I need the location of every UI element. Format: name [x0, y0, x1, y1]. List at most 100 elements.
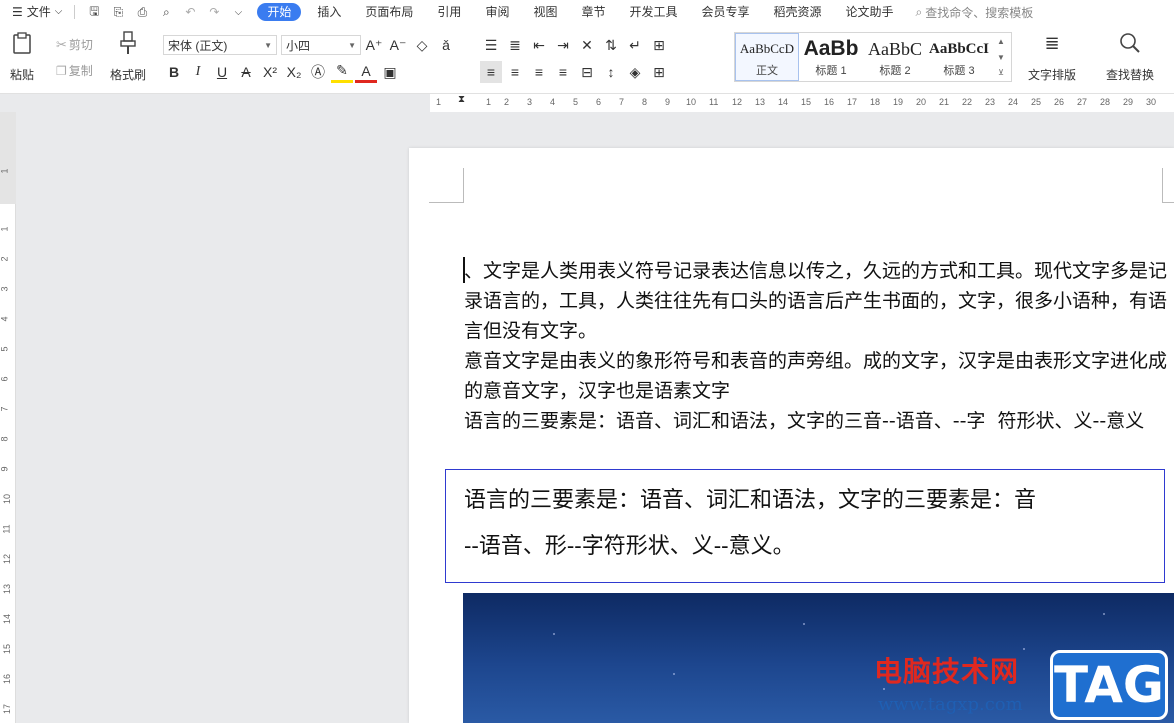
style-gallery-scroll[interactable]: ▲ ▼ ⊻: [991, 33, 1011, 81]
print-icon[interactable]: ⎙: [133, 3, 151, 21]
highlight-icon[interactable]: ✎: [331, 61, 353, 83]
paragraph[interactable]: 意音文字是由表义的象形符号和表音的声旁组。成的文字，汉字是由表形文字进化成的意音…: [464, 346, 1172, 406]
align-right-icon[interactable]: ≡: [528, 61, 550, 83]
underline-icon[interactable]: U: [211, 61, 233, 83]
style-heading-3[interactable]: AaBbCcI 标题 3: [927, 33, 991, 81]
text-effect-icon[interactable]: Ⓐ: [307, 61, 329, 83]
shading-icon[interactable]: ◈: [624, 61, 646, 83]
quick-access-toolbar: 🖫 ⎘ ⎙ ⌕ ↶ ↷ ⌵: [79, 3, 253, 21]
line-spacing-icon[interactable]: ↕: [600, 61, 622, 83]
tab-insert[interactable]: 插入: [305, 0, 353, 24]
clipboard-icon: [10, 30, 34, 56]
phonetic-guide-icon[interactable]: ǎ: [435, 34, 457, 56]
ruler-tick: 17: [847, 97, 858, 107]
chevron-up-icon: ▲: [997, 37, 1005, 46]
ruler-tick: 21: [939, 97, 950, 107]
document-body[interactable]: 、文字是人类用表义符号记录表达信息以传之，久远的方式和工具。现代文字多是记录语言…: [464, 256, 1172, 436]
indent-marker[interactable]: ⧗: [458, 94, 465, 105]
subscript-icon[interactable]: X₂: [283, 61, 305, 83]
align-left-icon[interactable]: ≡: [480, 61, 502, 83]
undo-icon[interactable]: ↶: [181, 3, 199, 21]
ruler-tick: 27: [1077, 97, 1088, 107]
font-color-icon[interactable]: A: [355, 61, 377, 83]
ruler-tick: 29: [1123, 97, 1134, 107]
decrease-indent-icon[interactable]: ⇤: [528, 34, 550, 56]
redo-icon[interactable]: ↷: [205, 3, 223, 21]
justify-icon[interactable]: ≡: [552, 61, 574, 83]
tab-developer[interactable]: 开发工具: [617, 0, 689, 24]
customize-toolbar-icon[interactable]: ⌵: [229, 3, 247, 21]
cut-label: 剪切: [68, 38, 93, 52]
tab-stops-icon[interactable]: ⊞: [648, 34, 670, 56]
ruler-tick: 8: [0, 436, 10, 442]
numbered-list-icon[interactable]: ≣: [504, 34, 526, 56]
tab-view[interactable]: 视图: [521, 0, 569, 24]
chinese-layout-icon[interactable]: ✕: [576, 34, 598, 56]
strikethrough-icon[interactable]: A: [235, 61, 257, 83]
ruler-tick: 4: [550, 97, 556, 107]
paste-button[interactable]: 粘贴: [10, 30, 34, 83]
distributed-icon[interactable]: ⊟: [576, 61, 598, 83]
style-normal[interactable]: AaBbCcD 正文: [735, 33, 799, 81]
vertical-ruler[interactable]: 1 1 2 3 4 5 6 7 8 9 10 11 12 13 14 15 16…: [0, 112, 16, 723]
tab-chapter[interactable]: 章节: [569, 0, 617, 24]
ruler-tick: 23: [985, 97, 996, 107]
style-heading-2[interactable]: AaBbC 标题 2: [863, 33, 927, 81]
command-search[interactable]: ⌕ 查找命令、搜索模板: [916, 4, 1034, 21]
ruler-tick: 10: [2, 493, 13, 505]
cut-button[interactable]: ✂ 剪切: [56, 36, 93, 53]
text-layout-button[interactable]: ≣ 文字排版: [1028, 30, 1076, 83]
format-painter-label: 格式刷: [110, 68, 147, 82]
tab-review[interactable]: 审阅: [473, 0, 521, 24]
ruler-tick: 14: [778, 97, 789, 107]
horizontal-ruler[interactable]: 1 ⧗ 1 2 3 4 5 6 7 8 9 10 11 12 13 14 15 …: [430, 94, 1174, 112]
tab-member[interactable]: 会员专享: [690, 0, 762, 24]
clear-format-icon[interactable]: ◇: [411, 34, 433, 56]
align-center-icon[interactable]: ≡: [504, 61, 526, 83]
sort-icon[interactable]: ⇅: [600, 34, 622, 56]
print-preview-icon[interactable]: ⌕: [157, 3, 175, 21]
character-border-icon[interactable]: ▣: [379, 61, 401, 83]
ruler-tick: 3: [527, 97, 533, 107]
save-icon[interactable]: 🖫: [85, 3, 103, 21]
shrink-font-icon[interactable]: A⁻: [387, 34, 409, 56]
export-pdf-icon[interactable]: ⎘: [109, 3, 127, 21]
tab-thesis-assistant[interactable]: 论文助手: [834, 0, 906, 24]
search-icon: ⌕: [915, 4, 923, 19]
bold-icon[interactable]: B: [163, 61, 185, 83]
bullet-list-icon[interactable]: ☰: [480, 34, 502, 56]
ruler-tick: 11: [709, 97, 719, 107]
style-gallery: AaBbCcD 正文 AaBb 标题 1 AaBbC 标题 2 AaBbCcI …: [734, 32, 1012, 82]
format-painter-button[interactable]: 格式刷: [110, 30, 146, 83]
ruler-tick: 1: [486, 97, 492, 107]
show-marks-icon[interactable]: ↵: [624, 34, 646, 56]
superscript-icon[interactable]: X²: [259, 61, 281, 83]
hamburger-icon: ☰: [12, 5, 23, 19]
grow-font-icon[interactable]: A⁺: [363, 34, 385, 56]
command-search-label: 查找命令、搜索模板: [925, 5, 1034, 20]
file-menu[interactable]: ☰ 文件 ⌵: [0, 0, 70, 24]
site-watermark: 电脑技术网 www.tagxp.com TAG: [874, 650, 1174, 723]
document-page[interactable]: 、文字是人类用表义符号记录表达信息以传之，久远的方式和工具。现代文字多是记录语言…: [409, 148, 1174, 723]
tab-references[interactable]: 引用: [425, 0, 473, 24]
ruler-tick: 8: [642, 97, 648, 107]
font-name-select[interactable]: 宋体 (正文) ▼: [163, 35, 277, 55]
tab-docer-resources[interactable]: 稻壳资源: [762, 0, 834, 24]
ruler-tick: 11: [1, 524, 12, 534]
paragraph[interactable]: 、文字是人类用表义符号记录表达信息以传之，久远的方式和工具。现代文字多是记录语言…: [464, 256, 1172, 346]
ruler-tick: 6: [596, 97, 602, 107]
find-replace-button[interactable]: 查找替换: [1106, 30, 1154, 83]
borders-icon[interactable]: ⊞: [648, 61, 670, 83]
copy-button[interactable]: ❐ 复制: [56, 62, 93, 79]
star: [1103, 613, 1105, 615]
text-box[interactable]: 语言的三要素是：语音、词汇和语法，文字的三要素是：音 --语音、形--字符形状、…: [445, 469, 1165, 583]
paragraph[interactable]: 语言的三要素是：语音、词汇和语法，文字的三音--语音、--字 符形状、义--意义: [464, 406, 1172, 436]
font-size-select[interactable]: 小四 ▼: [281, 35, 361, 55]
font-name-value: 宋体 (正文): [168, 38, 228, 53]
ruler-tick: 1: [0, 168, 10, 174]
italic-icon[interactable]: I: [187, 61, 209, 83]
tab-page-layout[interactable]: 页面布局: [353, 0, 425, 24]
increase-indent-icon[interactable]: ⇥: [552, 34, 574, 56]
tab-home[interactable]: 开始: [257, 3, 302, 21]
style-heading-1[interactable]: AaBb 标题 1: [799, 33, 863, 81]
